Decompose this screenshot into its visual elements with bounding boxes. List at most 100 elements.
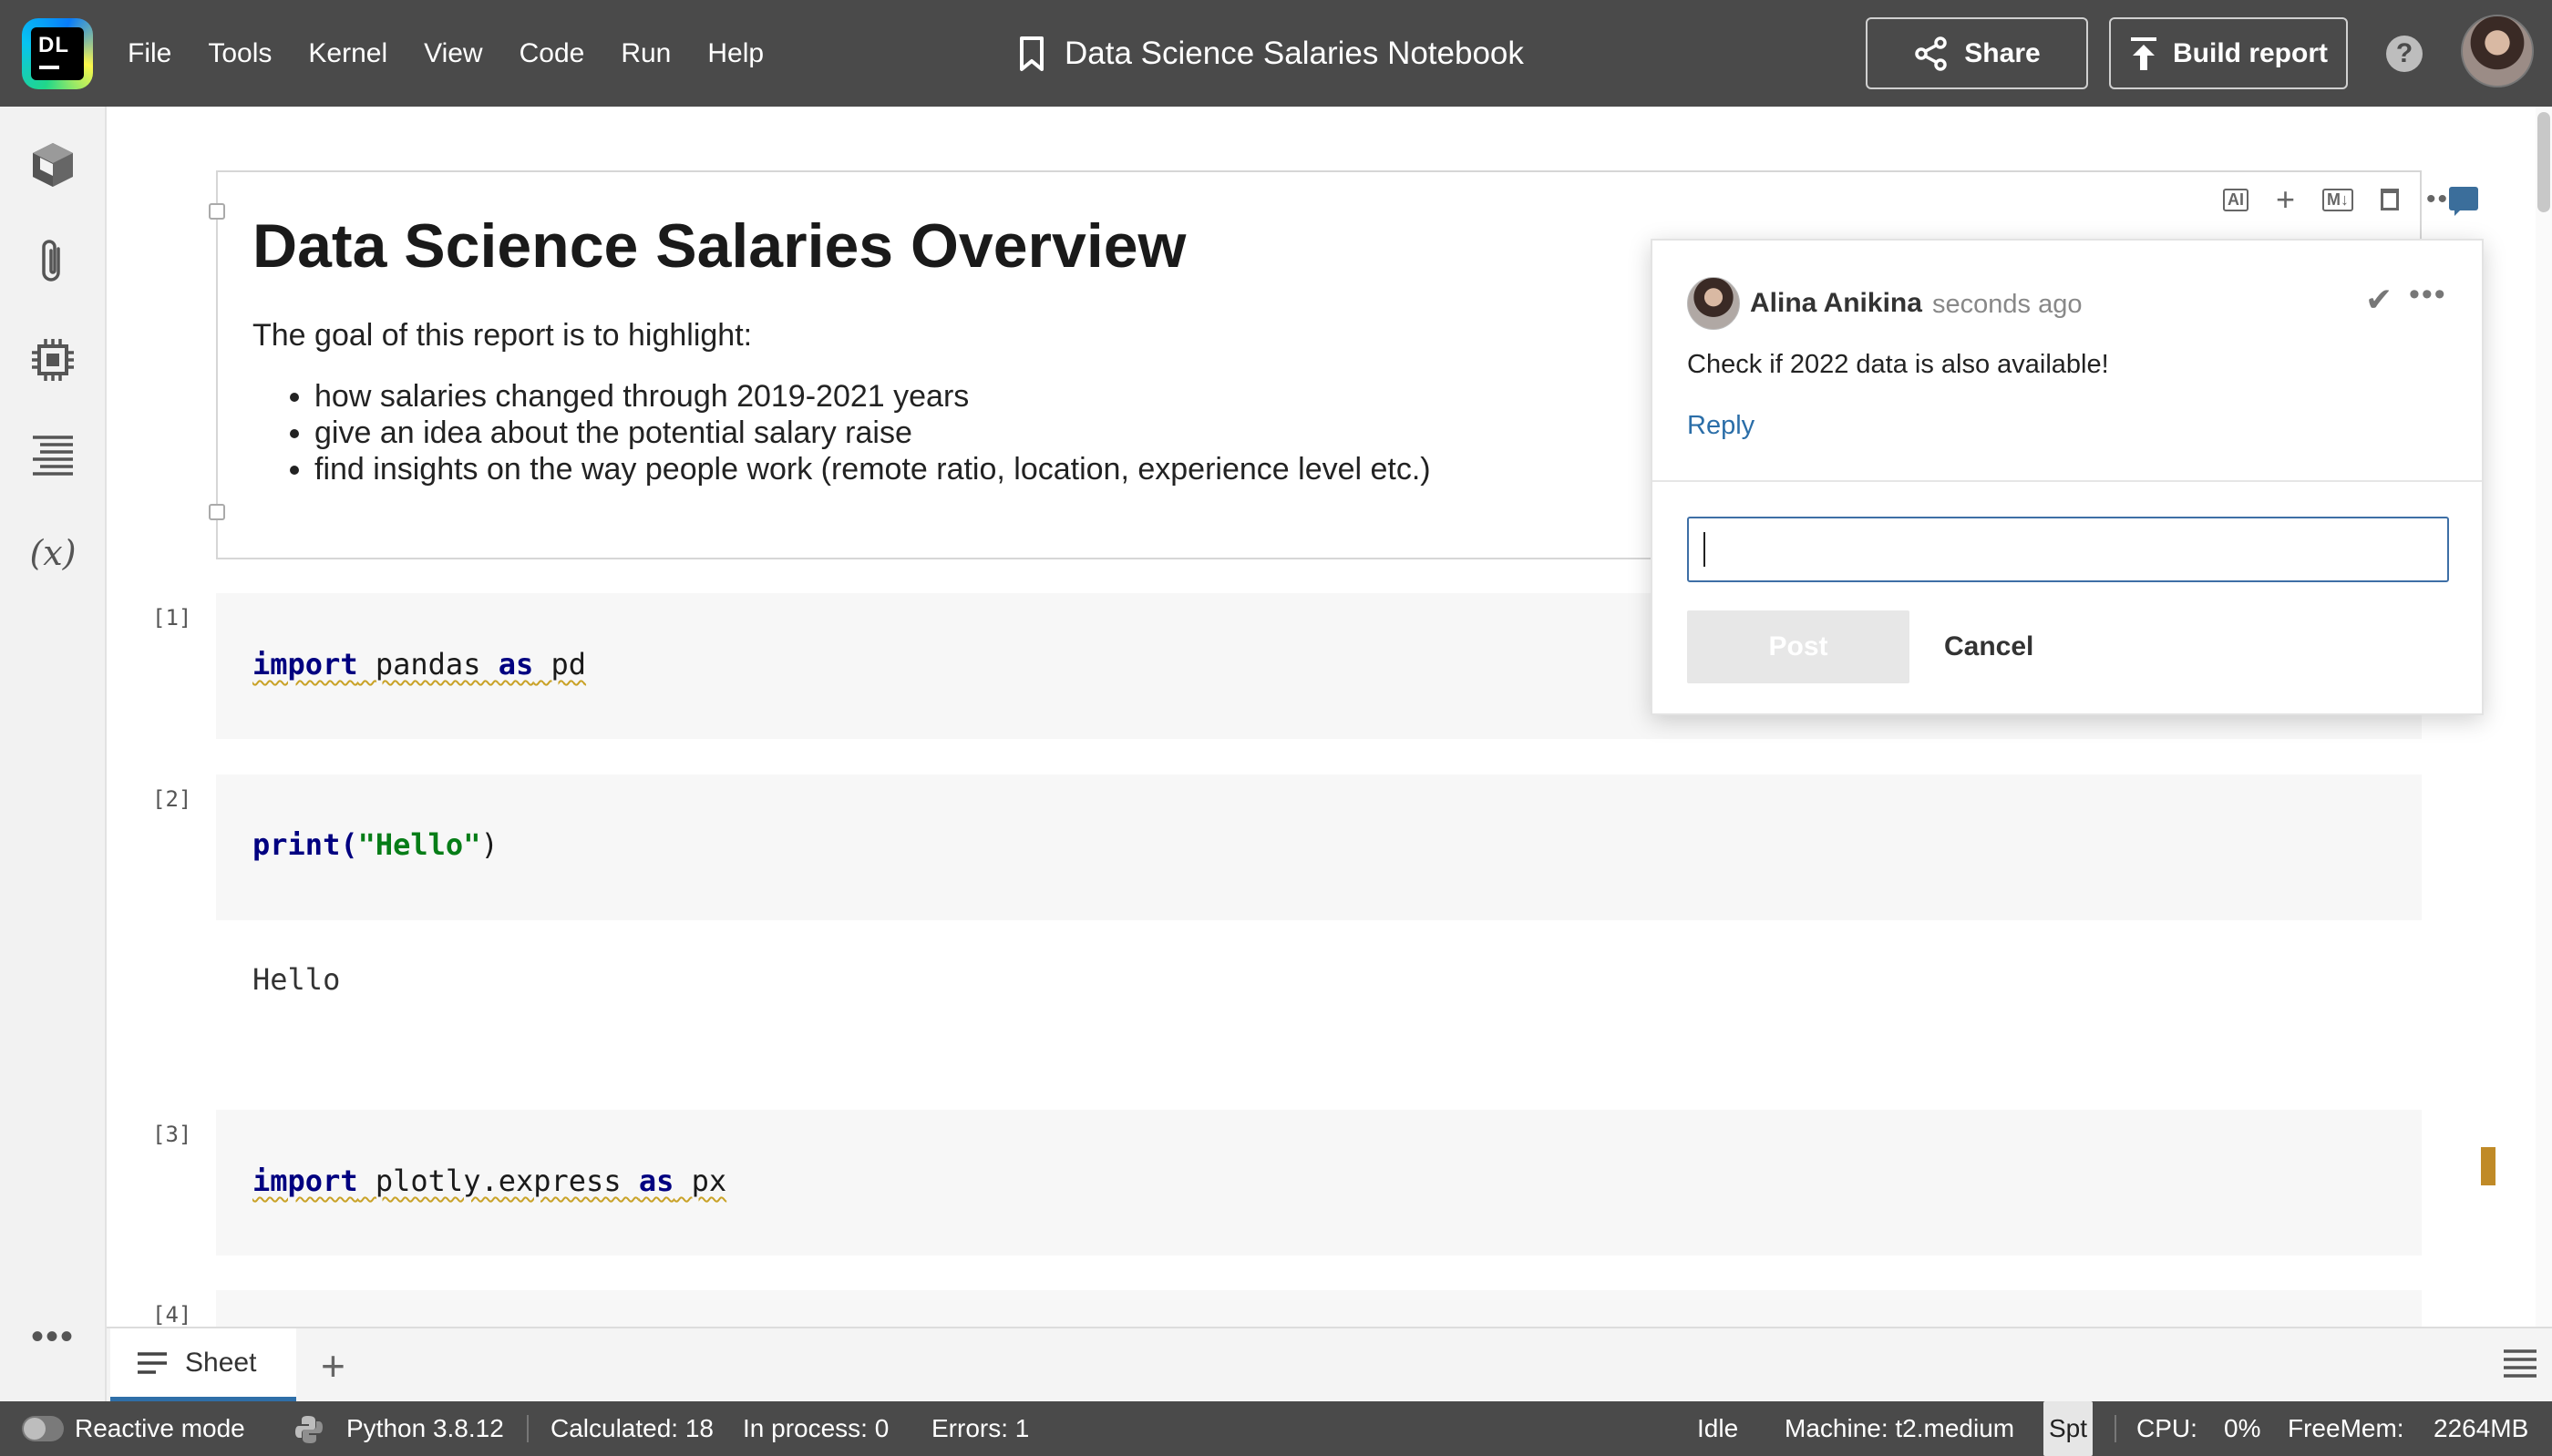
build-report-label: Build report <box>2173 37 2328 68</box>
list-item: give an idea about the potential salary … <box>314 415 1431 451</box>
user-avatar[interactable] <box>2461 15 2534 87</box>
main-menu: File Tools Kernel View Code Run Help <box>128 0 800 107</box>
code-cell-4[interactable] <box>216 1290 2422 1327</box>
sheet-tab-bar: Sheet + <box>107 1327 2552 1401</box>
cell-number: [3] <box>152 1122 192 1147</box>
divider <box>1652 480 2482 482</box>
left-sidebar: (x) ••• <box>0 107 107 1401</box>
menu-run[interactable]: Run <box>621 38 671 69</box>
keyword: as <box>498 647 534 682</box>
code-text: pandas <box>357 647 499 682</box>
cpu-label: CPU: <box>2136 1414 2197 1442</box>
notebook-title[interactable]: Data Science Salaries Notebook <box>1019 0 1524 107</box>
share-button[interactable]: Share <box>1866 17 2088 89</box>
post-button[interactable]: Post <box>1687 610 1909 683</box>
calculated-count: Calculated: 18 <box>551 1414 715 1442</box>
build-report-button[interactable]: Build report <box>2109 17 2348 89</box>
help-icon[interactable]: ? <box>2386 36 2423 72</box>
cell-number: [1] <box>152 605 192 631</box>
outline-list-icon[interactable] <box>27 430 78 481</box>
top-bar: DL File Tools Kernel View Code Run Help … <box>0 0 2552 107</box>
python-version[interactable]: Python 3.8.12 <box>346 1401 504 1456</box>
menu-file[interactable]: File <box>128 38 171 69</box>
cell-top-handle[interactable] <box>209 203 225 220</box>
comment-indicator-icon[interactable] <box>2449 187 2478 216</box>
sheet-lines-icon <box>138 1351 167 1374</box>
keyword: import <box>252 647 358 682</box>
scrollbar-thumb[interactable] <box>2537 112 2550 212</box>
string-literal: "Hello" <box>357 827 481 862</box>
logo-bar <box>39 66 59 69</box>
list-item: find insights on the way people work (re… <box>314 451 1431 487</box>
resolve-check-icon[interactable]: ✔ <box>2365 281 2392 319</box>
ai-assist-icon[interactable]: AI <box>2223 188 2248 211</box>
reactive-mode-toggle[interactable] <box>22 1416 64 1441</box>
tab-sheet[interactable]: Sheet <box>110 1328 296 1401</box>
notebook-title-text: Data Science Salaries Notebook <box>1065 35 1524 71</box>
logo-text: DL <box>38 33 69 57</box>
freemem-value: 2264MB <box>2434 1414 2529 1442</box>
freemem-label: FreeMem: <box>2288 1414 2404 1442</box>
share-icon <box>1915 36 1948 71</box>
comment-author: Alina Anikina <box>1750 288 1922 318</box>
reactive-mode-label[interactable]: Reactive mode <box>75 1401 245 1456</box>
tab-sheet-label: Sheet <box>185 1347 257 1378</box>
cell-type-dropdown-icon[interactable]: M↓ <box>2322 188 2354 211</box>
menu-code[interactable]: Code <box>520 38 585 69</box>
divider <box>2115 1415 2116 1442</box>
code-line: print("Hello") <box>252 827 499 862</box>
cell-number: [4] <box>152 1302 192 1327</box>
variables-icon[interactable]: (x) <box>27 528 78 579</box>
keyword: as <box>638 1164 674 1198</box>
more-dots-icon[interactable]: ••• <box>27 1311 78 1362</box>
status-bar: Reactive mode Python 3.8.12 Calculated: … <box>0 1401 2552 1456</box>
workspace-cube-icon[interactable] <box>27 139 78 190</box>
add-sheet-icon[interactable]: + <box>321 1341 345 1390</box>
cell-number: [2] <box>152 786 192 812</box>
cancel-button[interactable]: Cancel <box>1944 610 2033 683</box>
add-cell-icon[interactable]: + <box>2276 180 2295 219</box>
cell-toolbar: AI + M↓ ••• <box>2223 180 2461 219</box>
spot-badge: Spt <box>2043 1401 2094 1456</box>
markdown-intro: The goal of this report is to highlight: <box>252 318 753 353</box>
function-name: print( <box>252 827 358 862</box>
attachment-icon[interactable] <box>27 236 78 287</box>
python-icon <box>295 1416 323 1443</box>
chip-icon[interactable] <box>27 334 78 385</box>
code-cell-2[interactable]: print("Hello") <box>216 774 2422 920</box>
menu-help[interactable]: Help <box>707 38 764 69</box>
bookmark-icon <box>1020 36 1044 71</box>
reply-link[interactable]: Reply <box>1687 411 1754 441</box>
markdown-bullet-list: how salaries changed through 2019-2021 y… <box>314 378 1431 487</box>
menu-tools[interactable]: Tools <box>208 38 272 69</box>
comment-more-icon[interactable]: ••• <box>2409 277 2447 313</box>
text-caret <box>1703 532 1705 567</box>
divider <box>527 1415 529 1442</box>
cell-output: Hello <box>252 962 341 997</box>
code-line: import plotly.express as px <box>252 1164 726 1198</box>
code-text: ) <box>480 827 499 862</box>
in-process-count: In process: 0 <box>743 1414 890 1442</box>
upload-icon <box>2131 36 2156 70</box>
code-cell-3[interactable]: import plotly.express as px <box>216 1110 2495 1256</box>
sheets-list-icon[interactable] <box>2504 1347 2537 1379</box>
vertical-scrollbar[interactable] <box>2536 107 2552 1327</box>
code-text: px <box>674 1164 727 1198</box>
cell-bottom-handle[interactable] <box>209 504 225 520</box>
code-line: import pandas as pd <box>252 647 586 682</box>
menu-view[interactable]: View <box>424 38 482 69</box>
comment-text: Check if 2022 data is also available! <box>1687 350 2109 379</box>
comment-popup: Alina Anikina seconds ago ✔ ••• Check if… <box>1651 239 2484 715</box>
delete-cell-icon[interactable] <box>2381 189 2400 210</box>
code-text: plotly.express <box>357 1164 639 1198</box>
errors-count[interactable]: Errors: 1 <box>931 1401 1029 1456</box>
reply-input[interactable] <box>1687 517 2449 582</box>
warning-marker[interactable] <box>2481 1147 2495 1185</box>
cpu-value: 0% <box>2224 1414 2261 1442</box>
comment-time: seconds ago <box>1932 290 2083 319</box>
machine-type[interactable]: Machine: t2.medium <box>1785 1401 2014 1456</box>
comment-author-avatar <box>1687 277 1740 330</box>
menu-kernel[interactable]: Kernel <box>308 38 387 69</box>
datalore-logo[interactable]: DL <box>22 18 93 89</box>
share-label: Share <box>1964 37 2041 68</box>
